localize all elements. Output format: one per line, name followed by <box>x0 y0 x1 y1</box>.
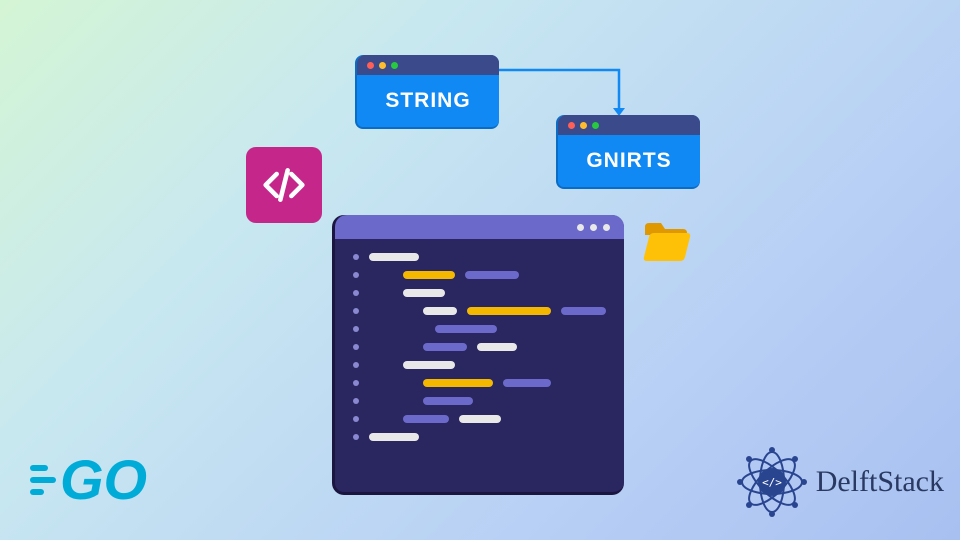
code-line <box>353 433 606 441</box>
window-gnirts: GNIRTS <box>556 115 700 189</box>
traffic-light-max-icon <box>391 62 398 69</box>
go-speed-lines-icon <box>30 465 56 495</box>
code-line <box>353 379 606 387</box>
line-bullet-icon <box>353 326 359 332</box>
line-bullet-icon <box>353 416 359 422</box>
line-bullet-icon <box>353 344 359 350</box>
code-brackets-icon <box>262 163 306 207</box>
code-line <box>353 397 606 405</box>
code-bar <box>403 289 445 297</box>
line-bullet-icon <box>353 362 359 368</box>
editor-body <box>335 239 624 465</box>
code-bar <box>423 397 473 405</box>
line-bullet-icon <box>353 272 359 278</box>
go-logo: GO <box>30 447 170 512</box>
line-bullet-icon <box>353 254 359 260</box>
editor-dot-icon <box>603 224 610 231</box>
line-bullet-icon <box>353 308 359 314</box>
line-bullet-icon <box>353 434 359 440</box>
code-bar <box>459 415 501 423</box>
go-logo-text: GO <box>60 447 147 512</box>
delftstack-text: DelftStack <box>816 465 944 499</box>
delftstack-logo: </> DelftStack <box>736 446 944 518</box>
code-bar <box>465 271 519 279</box>
code-bar <box>561 307 606 315</box>
traffic-light-close-icon <box>568 122 575 129</box>
traffic-light-min-icon <box>379 62 386 69</box>
traffic-light-max-icon <box>592 122 599 129</box>
code-bar <box>369 433 419 441</box>
window-string-label: STRING <box>357 75 499 127</box>
code-line <box>353 307 606 315</box>
code-line <box>353 271 606 279</box>
code-line <box>353 343 606 351</box>
code-bar <box>477 343 517 351</box>
line-bullet-icon <box>353 290 359 296</box>
code-line <box>353 361 606 369</box>
window-titlebar <box>558 115 700 135</box>
code-bar <box>423 307 457 315</box>
editor-dot-icon <box>577 224 584 231</box>
code-bar <box>467 307 550 315</box>
line-bullet-icon <box>353 380 359 386</box>
delftstack-badge-icon: </> <box>736 446 808 518</box>
code-bar <box>435 325 497 333</box>
code-bar <box>403 271 455 279</box>
code-bar <box>423 379 493 387</box>
editor-dot-icon <box>590 224 597 231</box>
code-bar <box>403 415 449 423</box>
window-string: STRING <box>355 55 499 129</box>
traffic-light-close-icon <box>367 62 374 69</box>
code-bar <box>369 253 419 261</box>
window-titlebar <box>357 55 499 75</box>
editor-titlebar <box>335 215 624 239</box>
svg-text:</>: </> <box>762 476 782 489</box>
code-bar <box>403 361 455 369</box>
code-line <box>353 325 606 333</box>
code-bar <box>423 343 467 351</box>
code-tag-badge <box>246 147 322 223</box>
code-editor <box>332 215 624 495</box>
code-line <box>353 253 606 261</box>
code-line <box>353 415 606 423</box>
line-bullet-icon <box>353 398 359 404</box>
window-gnirts-label: GNIRTS <box>558 135 700 187</box>
code-line <box>353 289 606 297</box>
folder-icon <box>643 223 691 263</box>
code-bar <box>503 379 551 387</box>
traffic-light-min-icon <box>580 122 587 129</box>
